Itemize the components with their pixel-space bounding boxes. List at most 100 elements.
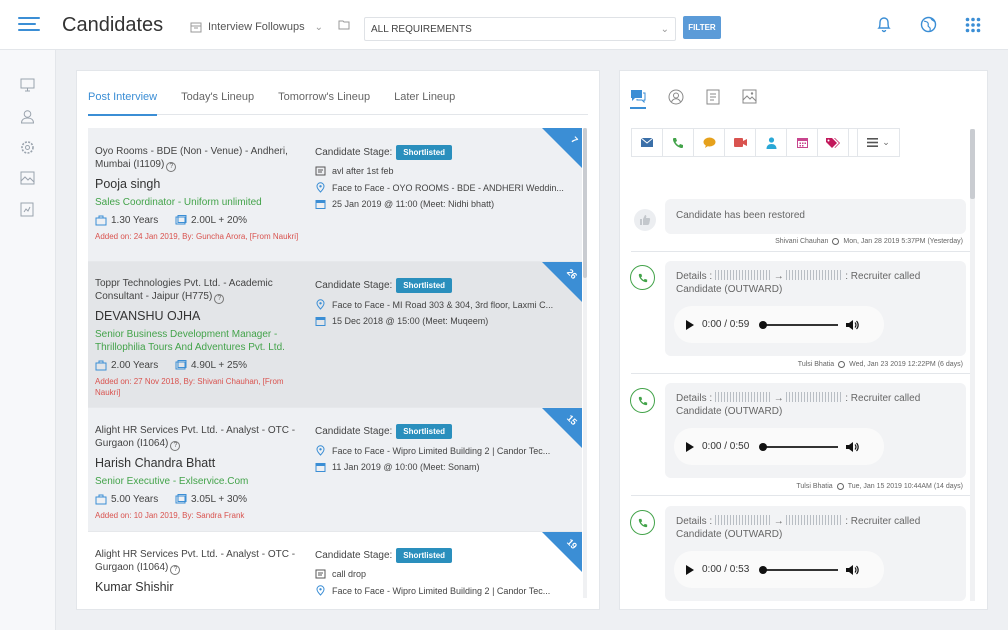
- job-title: Alight HR Services Pvt. Ltd. - Analyst -…: [95, 425, 296, 451]
- location-icon: [315, 299, 326, 310]
- redacted-number: [786, 392, 843, 402]
- stage-badge[interactable]: Shortlisted: [396, 145, 453, 160]
- candidate-note: avl after 1st feb: [332, 166, 394, 176]
- candidate-name[interactable]: Kumar Shishir: [95, 580, 305, 594]
- volume-icon[interactable]: [846, 564, 859, 576]
- top-bar: Candidates Interview Followups ⌄ ALL REQ…: [0, 0, 1008, 50]
- money-icon: [175, 215, 187, 226]
- help-icon[interactable]: ?: [170, 441, 181, 451]
- redacted-number: [786, 515, 843, 525]
- profile-tab-icon[interactable]: [668, 89, 684, 109]
- monitor-icon[interactable]: [20, 78, 35, 92]
- tags-button[interactable]: [818, 129, 849, 156]
- play-icon[interactable]: [686, 564, 694, 575]
- phone-call-icon: [630, 265, 655, 290]
- candidate-card[interactable]: Oyo Rooms - BDE (Non - Venue) - Andheri,…: [88, 128, 582, 262]
- stage-label: Candidate Stage:: [315, 280, 393, 291]
- chevron-down-icon: ⌄: [314, 21, 323, 33]
- added-info: Added on: 24 Jan 2019, By: Guncha Arora,…: [95, 232, 299, 241]
- activity-author: Tulsi Bhatia: [796, 483, 833, 490]
- report-icon[interactable]: [20, 202, 34, 217]
- candidate-designation: Sales Coordinator - Uniform unlimited: [95, 197, 262, 208]
- stage-badge[interactable]: Shortlisted: [396, 278, 453, 293]
- redacted-number: [714, 392, 771, 402]
- tab-todays-lineup[interactable]: Today's Lineup: [181, 91, 254, 115]
- salary: 2.00L + 20%: [191, 215, 248, 226]
- audio-seek-slider[interactable]: [759, 320, 838, 329]
- activity-scrollbar[interactable]: [970, 129, 975, 601]
- person-button[interactable]: [756, 129, 787, 156]
- page-title: Candidates: [62, 14, 164, 36]
- briefcase-icon: [95, 215, 107, 226]
- phone-call-icon: [630, 510, 655, 535]
- stage-badge[interactable]: Shortlisted: [396, 424, 453, 439]
- count-ribbon: 19: [542, 532, 582, 572]
- globe-icon[interactable]: [920, 16, 937, 33]
- candidate-list: Oyo Rooms - BDE (Non - Venue) - Andheri,…: [88, 128, 582, 598]
- candidate-card[interactable]: Alight HR Services Pvt. Ltd. - Analyst -…: [88, 532, 582, 598]
- call-meta: Tulsi Bhatia Tue, Jan 15 2019 10:44AM (14…: [796, 483, 963, 490]
- candidate-card[interactable]: Alight HR Services Pvt. Ltd. - Analyst -…: [88, 408, 582, 532]
- audio-seek-slider[interactable]: [759, 442, 838, 451]
- play-icon[interactable]: [686, 319, 694, 330]
- more-menu-button[interactable]: ⌄: [857, 129, 899, 156]
- requirements-select[interactable]: ALL REQUIREMENTS ⌄: [364, 17, 676, 41]
- interview-location: Face to Face - Wipro Limited Building 2 …: [332, 585, 551, 596]
- image-icon[interactable]: [20, 171, 35, 185]
- activity-tabs: [630, 89, 757, 109]
- volume-icon[interactable]: [846, 319, 859, 331]
- restored-meta: Shivani Chauhan Mon, Jan 28 2019 5:37PM (…: [775, 238, 963, 245]
- chat-tab-icon[interactable]: [630, 89, 646, 109]
- job-title: Oyo Rooms - BDE (Non - Venue) - Andheri,…: [95, 146, 288, 172]
- user-icon[interactable]: [20, 109, 35, 124]
- help-icon[interactable]: ?: [166, 162, 177, 172]
- interview-location: Face to Face - Wipro Limited Building 2 …: [332, 445, 551, 456]
- audio-time: 0:00 / 0:50: [702, 441, 750, 452]
- experience: 2.00 Years: [111, 360, 159, 371]
- sms-button[interactable]: [694, 129, 725, 156]
- briefcase-icon: [95, 494, 107, 505]
- video-call-button[interactable]: [725, 129, 756, 156]
- tab-later-lineup[interactable]: Later Lineup: [394, 91, 455, 115]
- added-info: Added on: 27 Nov 2018, By: Shivani Chauh…: [95, 377, 284, 397]
- candidate-name[interactable]: Pooja singh: [95, 177, 305, 191]
- menu-icon[interactable]: [18, 17, 40, 33]
- money-icon: [175, 494, 187, 505]
- folder-icon[interactable]: [338, 19, 350, 30]
- help-icon[interactable]: ?: [170, 565, 181, 575]
- candidate-list-scrollbar[interactable]: [583, 128, 587, 598]
- stage-label: Candidate Stage:: [315, 426, 393, 437]
- call-meta: Tulsi Bhatia Wed, Jan 23 2019 12:22PM (6 …: [798, 361, 963, 368]
- tab-post-interview[interactable]: Post Interview: [88, 91, 158, 116]
- audio-seek-slider[interactable]: [759, 565, 838, 574]
- play-icon[interactable]: [686, 441, 694, 452]
- filter-button[interactable]: FILTER: [683, 16, 721, 39]
- candidate-name[interactable]: Harish Chandra Bhatt: [95, 456, 305, 470]
- apps-grid-icon[interactable]: [965, 17, 981, 33]
- help-icon[interactable]: ?: [214, 294, 225, 304]
- document-tab-icon[interactable]: [706, 89, 720, 109]
- bell-icon[interactable]: [876, 16, 892, 33]
- candidate-card[interactable]: Toppr Technologies Pvt. Ltd. - Academic …: [88, 262, 582, 408]
- activity-time: Mon, Jan 28 2019 5:37PM (Yesterday): [843, 238, 963, 245]
- call-log-entry: Details : → : Recruiter called Candidate …: [665, 261, 966, 356]
- followups-dropdown[interactable]: Interview Followups ⌄: [190, 17, 323, 37]
- gallery-tab-icon[interactable]: [742, 89, 757, 109]
- email-button[interactable]: [632, 129, 663, 156]
- volume-icon[interactable]: [846, 441, 859, 453]
- action-toolbar: ⌄: [631, 128, 900, 157]
- phone-button[interactable]: [663, 129, 694, 156]
- schedule-button[interactable]: [787, 129, 818, 156]
- candidate-note: call drop: [332, 569, 367, 579]
- settings-icon[interactable]: [20, 140, 35, 155]
- calendar-icon: [315, 199, 326, 209]
- activity-author: Shivani Chauhan: [775, 238, 829, 245]
- candidate-name[interactable]: DEVANSHU OJHA: [95, 309, 305, 323]
- stage-badge[interactable]: Shortlisted: [396, 548, 453, 563]
- job-title: Toppr Technologies Pvt. Ltd. - Academic …: [95, 278, 273, 304]
- calendar-icon: [190, 21, 202, 33]
- tab-tomorrows-lineup[interactable]: Tomorrow's Lineup: [278, 91, 370, 115]
- experience: 5.00 Years: [111, 494, 159, 505]
- count-ribbon: 15: [542, 408, 582, 448]
- audio-time: 0:00 / 0:59: [702, 319, 750, 330]
